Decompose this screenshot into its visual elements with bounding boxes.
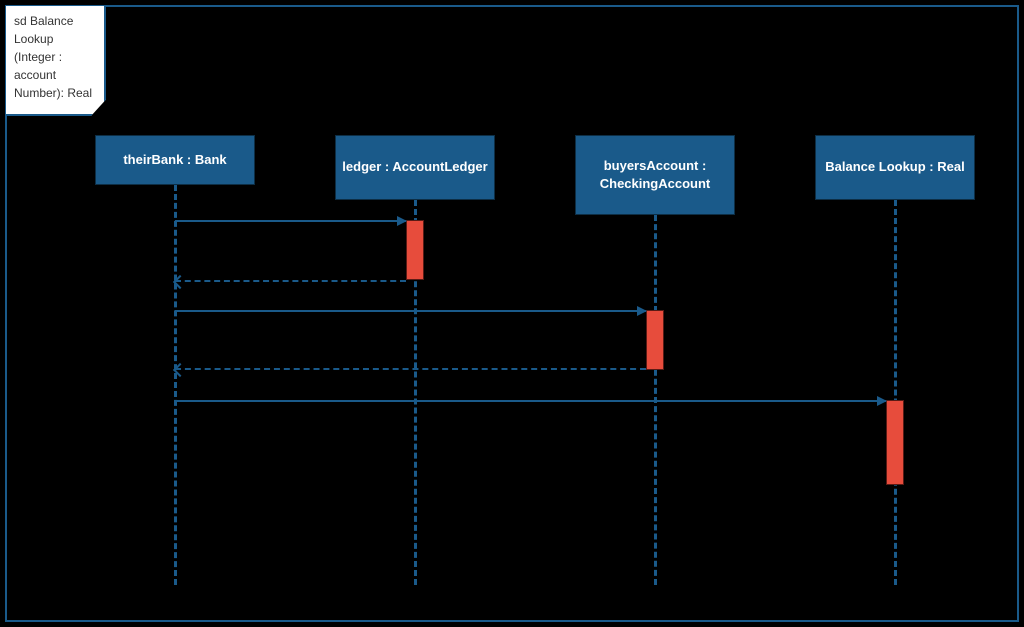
message-1-call xyxy=(175,220,406,222)
message-3-call xyxy=(175,400,886,402)
participant-their-bank: theirBank : Bank xyxy=(95,135,255,185)
lifeline-their-bank xyxy=(174,185,177,585)
participant-balance-lookup: Balance Lookup : Real xyxy=(815,135,975,200)
activation-balance-lookup xyxy=(886,400,904,485)
participant-label: Balance Lookup : Real xyxy=(825,158,964,176)
participant-buyers-account: buyersAccount : CheckingAccount xyxy=(575,135,735,215)
participant-label: buyersAccount : CheckingAccount xyxy=(582,157,728,193)
message-1-return xyxy=(175,280,406,282)
activation-buyers-account xyxy=(646,310,664,370)
participant-label: ledger : AccountLedger xyxy=(342,158,487,176)
lifeline-balance-lookup xyxy=(894,200,897,585)
message-2-return xyxy=(175,368,646,370)
sequence-diagram-frame: sd Balance Lookup (Integer : account Num… xyxy=(5,5,1019,622)
message-2-call xyxy=(175,310,646,312)
participant-label: theirBank : Bank xyxy=(123,151,226,169)
activation-ledger xyxy=(406,220,424,280)
participant-ledger: ledger : AccountLedger xyxy=(335,135,495,200)
frame-label: sd Balance Lookup (Integer : account Num… xyxy=(6,6,106,116)
